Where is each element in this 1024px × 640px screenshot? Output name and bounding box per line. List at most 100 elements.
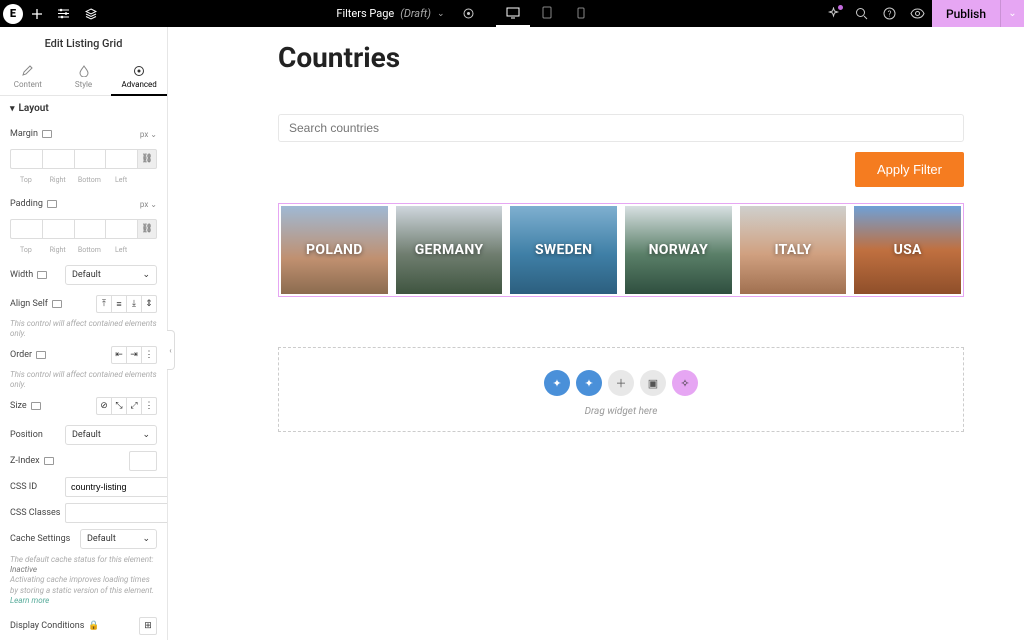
layers-icon [85,8,97,20]
label-cache: Cache Settings [10,534,70,544]
add-element-button[interactable] [23,0,50,27]
country-card-norway[interactable]: NORWAY [625,206,732,294]
gear-icon [133,64,146,77]
country-card-usa[interactable]: USA [854,206,961,294]
order-note: This control will affect contained eleme… [10,370,157,391]
sidebar-tabs: Content Style Advanced [0,60,167,96]
structure-button[interactable] [77,0,104,27]
label-width: Width [10,270,33,280]
align-stretch[interactable]: ⇕ [141,295,157,313]
tablet-icon [542,6,552,19]
padding-bottom[interactable] [74,219,106,239]
align-start[interactable]: ⤒ [96,295,112,313]
padding-left[interactable] [105,219,137,239]
margin-right[interactable] [42,149,74,169]
margin-left[interactable] [105,149,137,169]
zindex-input[interactable] [129,451,157,471]
link-values-toggle[interactable]: ⛓ [137,149,157,169]
chevron-down-icon: ⌄ [150,200,157,209]
responsive-icon[interactable] [42,130,52,138]
country-card-germany[interactable]: GERMANY [396,206,503,294]
label-zindex: Z-Index [10,456,40,466]
listing-grid-selected[interactable]: POLAND GERMANY SWEDEN NORWAY ITALY USA [278,203,964,297]
site-settings-button[interactable] [50,0,77,27]
page-status-label: (Draft) [400,7,431,20]
ai-button[interactable]: ✧ [672,370,698,396]
size-none[interactable]: ⊘ [96,397,112,415]
page-name-dropdown[interactable]: Filters Page (Draft) ⌄ [326,0,454,27]
size-custom[interactable]: ⋮ [141,397,157,415]
padding-top[interactable] [10,219,42,239]
drop-label: Drag widget here [279,406,963,417]
device-mobile[interactable] [564,0,598,27]
country-card-sweden[interactable]: SWEDEN [510,206,617,294]
device-desktop[interactable] [496,0,530,27]
add-container-button[interactable]: ✦ [544,370,570,396]
device-tablet[interactable] [530,0,564,27]
position-select[interactable]: Default⌄ [65,425,157,445]
apply-filter-button[interactable]: Apply Filter [855,152,964,187]
country-card-poland[interactable]: POLAND [281,206,388,294]
label-position: Position [10,430,43,440]
chevron-down-icon: ⌄ [142,430,150,440]
order-end[interactable]: ⇥ [126,346,142,364]
label-order: Order [10,350,32,360]
unit-px[interactable]: px [140,130,148,139]
width-select[interactable]: Default⌄ [65,265,157,285]
align-center[interactable]: ≡ [111,295,127,313]
padding-right[interactable] [42,219,74,239]
add-template-button[interactable]: ▣ [640,370,666,396]
tab-content[interactable]: Content [0,60,56,95]
chevron-down-icon: ⌄ [150,130,157,139]
gear-icon [462,7,475,20]
country-card-italy[interactable]: ITALY [740,206,847,294]
drop-zone[interactable]: ✦ ✦ ＋ ▣ ✧ Drag widget here [278,347,964,432]
svg-text:?: ? [888,10,892,19]
search-input[interactable] [278,114,964,142]
section-layout[interactable]: Layout [0,96,167,121]
page-heading[interactable]: Countries [278,41,964,74]
responsive-icon[interactable] [47,200,57,208]
margin-top[interactable] [10,149,42,169]
align-end[interactable]: ⤓ [126,295,142,313]
cache-select[interactable]: Default⌄ [80,529,157,549]
css-classes-input[interactable] [65,503,167,523]
elementor-logo[interactable]: E [3,4,23,24]
publish-button[interactable]: Publish [932,0,1000,27]
tab-advanced[interactable]: Advanced [111,60,167,96]
finder-button[interactable] [848,0,876,27]
collapse-sidebar-handle[interactable]: ‹ [167,330,175,370]
sliders-icon [57,8,70,19]
learn-more-link[interactable]: Learn more [10,596,49,605]
css-id-input[interactable] [65,477,167,497]
responsive-icon[interactable] [44,457,54,465]
publish-options-button[interactable]: ⌄ [1000,0,1024,27]
add-section-button[interactable]: ✦ [576,370,602,396]
topbar-right: ? Publish ⌄ [820,0,1024,27]
label-cssclasses: CSS Classes [10,508,60,518]
topbar-center: Filters Page (Draft) ⌄ [104,0,820,27]
size-shrink[interactable]: ⤢ [126,397,142,415]
chevron-down-icon: ⌄ [437,9,445,19]
label-size: Size [10,401,27,411]
responsive-icon[interactable] [52,300,62,308]
size-grow[interactable]: ⤡ [111,397,127,415]
link-values-toggle[interactable]: ⛓ [137,219,157,239]
tab-style[interactable]: Style [56,60,112,95]
add-new-button[interactable]: ＋ [608,370,634,396]
flow-icon: ⊞ [144,621,152,631]
margin-bottom[interactable] [74,149,106,169]
label-margin: Margin [10,129,38,139]
help-button[interactable]: ? [876,0,904,27]
order-start[interactable]: ⇤ [111,346,127,364]
desktop-icon [506,7,520,19]
order-custom[interactable]: ⋮ [141,346,157,364]
whats-new-button[interactable] [820,0,848,27]
responsive-icon[interactable] [36,351,46,359]
page-settings-button[interactable] [455,0,482,27]
mobile-icon [577,7,585,19]
responsive-icon[interactable] [31,402,41,410]
responsive-icon[interactable] [37,271,47,279]
display-conditions-button[interactable]: ⊞ [139,617,157,635]
preview-button[interactable] [904,0,932,27]
